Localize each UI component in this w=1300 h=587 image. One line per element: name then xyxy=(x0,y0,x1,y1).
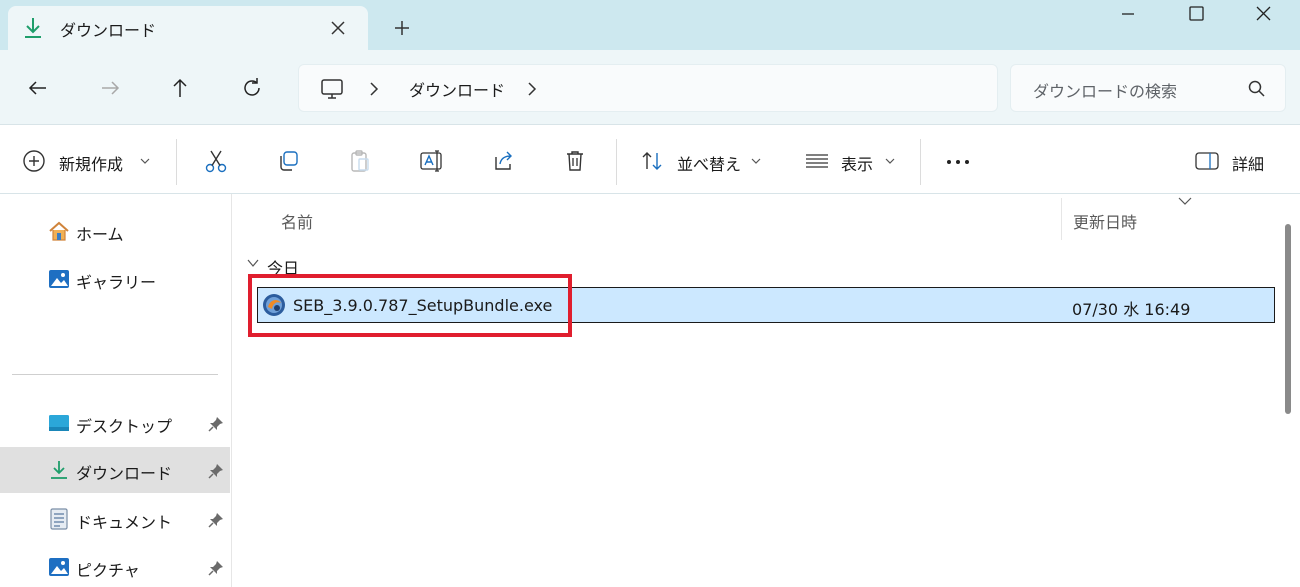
sort-button[interactable]: 並べ替え xyxy=(630,125,780,195)
tab-label: ダウンロード xyxy=(60,21,157,40)
sidebar-item-pictures[interactable]: ピクチャ xyxy=(0,544,230,587)
toolbar-divider xyxy=(176,139,177,185)
chevron-down-icon[interactable] xyxy=(1177,196,1193,206)
this-pc-icon[interactable] xyxy=(319,77,345,101)
search-icon[interactable] xyxy=(1247,79,1267,99)
search-placeholder: ダウンロードの検索 xyxy=(1033,82,1178,101)
view-list-icon xyxy=(806,154,828,168)
highlight-annotation xyxy=(248,274,572,337)
sidebar-item-label: ドキュメント xyxy=(76,513,173,532)
sidebar-item-desktop[interactable]: デスクトップ xyxy=(0,400,230,446)
title-bar: ダウンロード xyxy=(0,0,1300,50)
up-arrow-icon[interactable] xyxy=(164,72,196,104)
close-tab-icon[interactable] xyxy=(324,14,352,42)
tab-downloads[interactable]: ダウンロード xyxy=(8,6,368,50)
sidebar-divider xyxy=(12,374,218,375)
sidebar-item-label: ギャラリー xyxy=(76,273,157,292)
sidebar-item-gallery[interactable]: ギャラリー xyxy=(0,256,230,302)
new-tab-icon[interactable] xyxy=(388,14,416,42)
more-options-icon[interactable] xyxy=(945,149,971,173)
view-label: 表示 xyxy=(841,155,874,174)
pin-icon[interactable] xyxy=(208,416,224,432)
command-bar: 新規作成 並べ替え 表示 詳細 xyxy=(0,124,1300,194)
sidebar-item-home[interactable]: ホーム xyxy=(0,208,230,254)
pin-icon[interactable] xyxy=(208,512,224,528)
toolbar-divider xyxy=(616,139,617,185)
sidebar-item-label: ピクチャ xyxy=(76,561,140,580)
chevron-right-icon[interactable] xyxy=(367,79,381,99)
desktop-folder-icon xyxy=(49,415,69,431)
plus-circle-icon xyxy=(23,150,45,172)
rename-icon[interactable] xyxy=(419,149,445,173)
maximize-icon[interactable] xyxy=(1172,0,1220,32)
download-icon xyxy=(51,461,67,479)
sidebar-item-documents[interactable]: ドキュメント xyxy=(0,496,230,542)
chevron-right-icon[interactable] xyxy=(525,79,539,99)
forward-arrow-icon[interactable] xyxy=(94,72,126,104)
pin-icon[interactable] xyxy=(208,463,224,479)
view-button[interactable]: 表示 xyxy=(796,125,906,195)
chevron-down-icon xyxy=(751,158,761,164)
paste-icon[interactable] xyxy=(347,149,373,173)
new-button[interactable]: 新規作成 xyxy=(0,125,170,195)
chevron-down-icon xyxy=(885,158,895,164)
details-pane-icon xyxy=(1195,152,1219,170)
sidebar-item-downloads[interactable]: ダウンロード xyxy=(0,447,230,493)
sort-icon xyxy=(642,152,662,170)
close-window-icon[interactable] xyxy=(1240,0,1288,32)
vertical-scrollbar[interactable] xyxy=(1277,194,1300,587)
navigation-pane: ホーム ギャラリー デスクトップ ダウンロード ドキュメント ピクチャ xyxy=(0,194,232,587)
address-bar[interactable]: ダウンロード xyxy=(298,64,998,112)
scrollbar-thumb[interactable] xyxy=(1285,224,1291,414)
refresh-icon[interactable] xyxy=(236,72,268,104)
pictures-icon xyxy=(49,558,69,576)
download-icon xyxy=(25,18,41,38)
sidebar-item-label: ダウンロード xyxy=(76,464,173,483)
delete-icon[interactable] xyxy=(563,149,589,173)
sort-label: 並べ替え xyxy=(677,155,742,174)
share-icon[interactable] xyxy=(491,149,517,173)
address-row: ダウンロード ダウンロードの検索 xyxy=(0,50,1300,124)
column-header-date[interactable]: 更新日時 xyxy=(1073,209,1137,233)
copy-icon[interactable] xyxy=(275,149,301,173)
chevron-down-icon xyxy=(140,158,150,164)
column-divider[interactable] xyxy=(1061,198,1062,240)
cut-icon[interactable] xyxy=(203,149,229,173)
sidebar-item-label: ホーム xyxy=(76,225,124,244)
search-input[interactable]: ダウンロードの検索 xyxy=(1010,64,1286,112)
toolbar-divider xyxy=(920,139,921,185)
document-icon xyxy=(50,508,68,530)
file-modified-date: 07/30 水 16:49 xyxy=(1072,300,1191,319)
gallery-icon xyxy=(49,270,69,288)
breadcrumb-downloads[interactable]: ダウンロード xyxy=(409,77,505,101)
minimize-icon[interactable] xyxy=(1104,0,1152,32)
home-icon xyxy=(49,221,69,241)
new-label: 新規作成 xyxy=(59,155,124,174)
file-list: 名前 更新日時 今日 SEB_3.9.0.787_SetupBundle.exe… xyxy=(233,194,1300,587)
pin-icon[interactable] xyxy=(208,560,224,576)
details-label: 詳細 xyxy=(1232,155,1265,174)
sidebar-item-label: デスクトップ xyxy=(76,417,173,436)
chevron-down-icon[interactable] xyxy=(247,258,259,268)
column-header-name[interactable]: 名前 xyxy=(281,209,313,233)
details-button[interactable]: 詳細 xyxy=(1186,125,1286,195)
back-arrow-icon[interactable] xyxy=(22,72,54,104)
